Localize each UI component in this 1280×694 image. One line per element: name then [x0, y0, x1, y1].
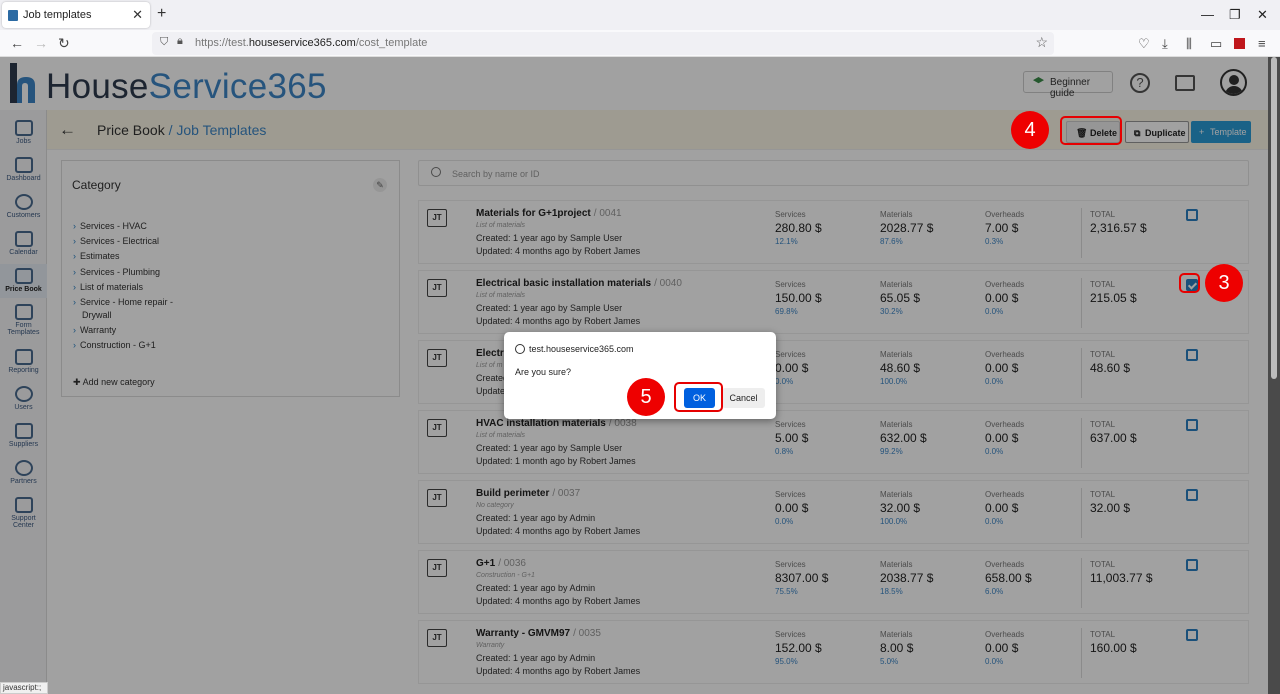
forward-icon[interactable]: →: [34, 35, 48, 51]
dialog-host: test.houseservice365.com: [529, 344, 634, 354]
step-3-badge: 3: [1205, 264, 1243, 302]
browser-tab[interactable]: Job templates ✕: [2, 2, 150, 28]
lock-icon[interactable]: 🔒︎: [177, 35, 183, 48]
ok-annotation-frame: [674, 382, 723, 412]
bookmark-star-icon[interactable]: ☆: [1035, 34, 1048, 51]
sidebar-toggle-icon[interactable]: ▭: [1210, 36, 1222, 52]
reload-icon[interactable]: ↻: [58, 35, 70, 52]
browser-status-bar: javascript:;: [0, 682, 48, 694]
delete-annotation-frame: [1060, 116, 1122, 145]
close-window-icon[interactable]: ✕: [1257, 7, 1268, 23]
globe-icon: [515, 344, 525, 354]
site-favicon-icon: [8, 10, 18, 21]
extension-icon[interactable]: [1234, 38, 1245, 49]
minimize-icon[interactable]: —: [1201, 7, 1214, 22]
address-bar[interactable]: ⛉ 🔒︎ https://test.houseservice365.com/co…: [152, 32, 1054, 55]
restore-icon[interactable]: ❐: [1229, 7, 1241, 23]
download-icon[interactable]: ⤓: [1162, 36, 1168, 52]
browser-tab-bar: Job templates ✕ + — ❐ ✕: [0, 0, 1280, 30]
checkbox-annotation-frame: [1179, 273, 1200, 293]
step-4-badge: 4: [1011, 111, 1049, 149]
library-icon[interactable]: ⫼: [1186, 36, 1192, 52]
menu-icon[interactable]: ≡: [1258, 36, 1266, 51]
pocket-icon[interactable]: ♡: [1138, 36, 1150, 52]
shield-icon[interactable]: ⛉: [160, 36, 168, 49]
browser-nav-bar: ← → ↻ ⛉ 🔒︎ https://test.houseservice365.…: [0, 30, 1280, 57]
dialog-message: Are you sure?: [515, 367, 572, 377]
tab-title: Job templates: [23, 9, 92, 21]
tab-close-icon[interactable]: ✕: [132, 7, 143, 23]
scrollbar[interactable]: [1268, 57, 1280, 694]
new-tab-button[interactable]: +: [157, 5, 166, 23]
url-text: https://test.houseservice365.com/cost_te…: [195, 37, 428, 49]
cancel-button[interactable]: Cancel: [722, 388, 765, 408]
back-icon[interactable]: ←: [10, 35, 24, 51]
step-5-badge: 5: [627, 378, 665, 416]
